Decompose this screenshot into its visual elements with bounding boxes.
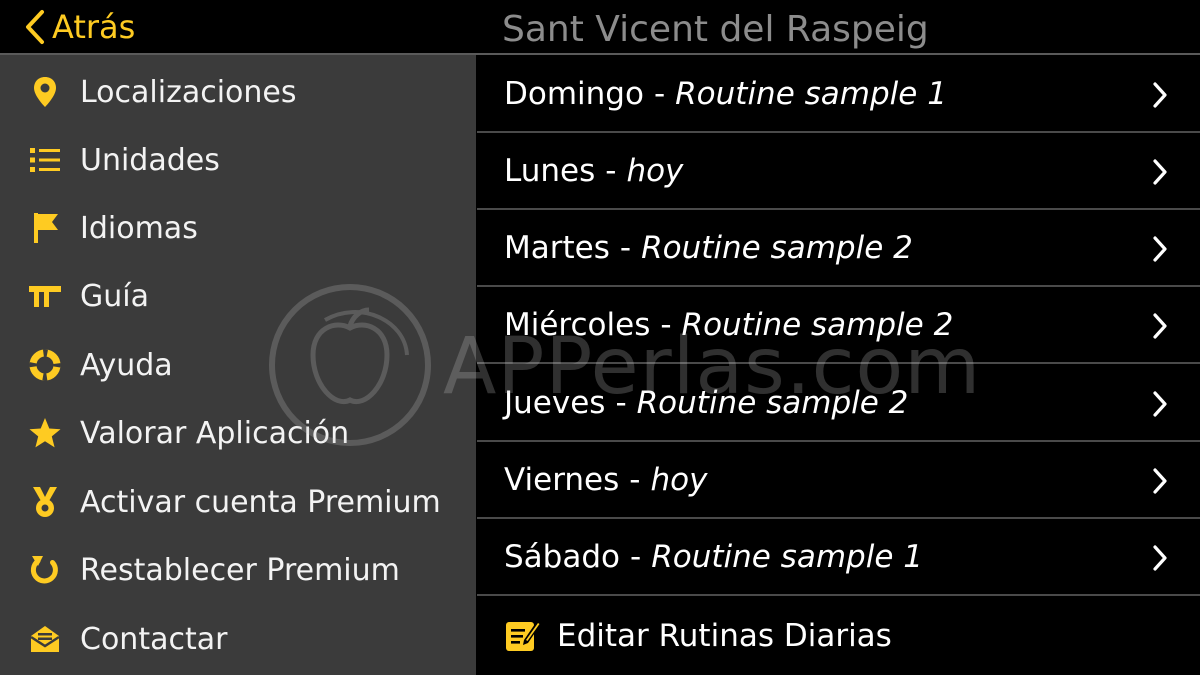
routine-row-sabado[interactable]: Sábado - Routine sample 1 [477,520,1200,596]
sidebar-item-ayuda[interactable]: Ayuda [0,331,476,399]
routine-name: Routine sample 2 [681,307,954,343]
medal-icon [28,485,62,519]
day-label: Lunes [504,153,596,189]
sidebar-item-guia[interactable]: Guía [0,262,476,330]
restore-icon [28,553,62,587]
page-title: Sant Vicent del Raspeig [502,9,929,50]
top-navigation-bar: Atrás Sant Vicent del Raspeig [0,0,1200,55]
separator: - [615,385,627,421]
sidebar-item-label: Activar cuenta Premium [80,484,441,520]
day-label: Jueves [504,385,606,421]
sidebar-item-label: Valorar Aplicación [80,415,350,451]
mail-icon [28,622,62,656]
chevron-right-icon [1153,545,1167,571]
chevron-right-icon [1153,468,1167,494]
sidebar-item-contactar[interactable]: Contactar [0,605,476,673]
sidebar-item-label: Guía [80,278,149,314]
guide-icon [28,279,62,313]
day-label: Martes [504,230,610,266]
lifebuoy-icon [28,348,62,382]
sidebar-item-label: Idiomas [80,210,198,246]
edit-icon [506,621,541,651]
routine-row-domingo[interactable]: Domingo - Routine sample 1 [477,57,1200,133]
separator: - [619,230,632,266]
separator: - [653,76,666,112]
sidebar-item-localizaciones[interactable]: Localizaciones [0,58,476,126]
routine-name: Routine sample 1 [675,76,947,112]
routine-row-martes[interactable]: Martes - Routine sample 2 [477,211,1200,287]
back-button[interactable]: Atrás [24,8,135,46]
sidebar-item-premium[interactable]: Activar cuenta Premium [0,468,476,536]
separator: - [630,539,642,575]
flag-icon [28,211,62,245]
chevron-right-icon [1153,82,1167,108]
routine-name: Routine sample 2 [636,385,909,421]
day-label: Domingo [504,76,644,112]
list-icon [28,143,62,177]
day-label: Sábado [504,539,620,575]
routine-name: hoy [626,153,684,189]
chevron-right-icon [1153,236,1167,262]
routine-name: Routine sample 1 [651,539,923,575]
sidebar-menu: Localizaciones Unidades Idiomas Guía Ayu… [0,55,476,675]
edit-label: Editar Rutinas Diarias [557,618,892,654]
routine-row-lunes[interactable]: Lunes - hoy [477,134,1200,210]
sidebar-item-valorar[interactable]: Valorar Aplicación [0,399,476,467]
routine-row-miercoles[interactable]: Miércoles - Routine sample 2 [477,288,1200,364]
sidebar-item-label: Restablecer Premium [80,552,400,588]
daily-routine-list: Domingo - Routine sample 1 Lunes - hoy Marte… [477,57,1200,675]
sidebar-item-label: Localizaciones [80,74,297,110]
chevron-right-icon [1153,159,1167,185]
chevron-right-icon [1153,391,1167,417]
sidebar-item-unidades[interactable]: Unidades [0,126,476,194]
chevron-left-icon [26,10,44,44]
sidebar-item-label: Contactar [80,621,228,657]
sidebar-item-restablecer[interactable]: Restablecer Premium [0,536,476,604]
routine-row-jueves[interactable]: Jueves - Routine sample 2 [477,366,1200,442]
location-pin-icon [28,75,62,109]
separator: - [660,307,672,343]
chevron-right-icon [1153,313,1167,339]
sidebar-item-label: Ayuda [80,347,173,383]
separator: - [629,462,641,498]
day-label: Miércoles [504,307,651,343]
edit-daily-routines-button[interactable]: Editar Rutinas Diarias [477,598,1200,675]
routine-name: Routine sample 2 [641,230,913,266]
routine-row-viernes[interactable]: Viernes - hoy [477,443,1200,519]
sidebar-item-label: Unidades [80,142,220,178]
star-icon [28,416,62,450]
sidebar-item-idiomas[interactable]: Idiomas [0,194,476,262]
back-label: Atrás [52,8,136,46]
routine-name: hoy [650,462,708,498]
day-label: Viernes [504,462,620,498]
separator: - [605,153,617,189]
